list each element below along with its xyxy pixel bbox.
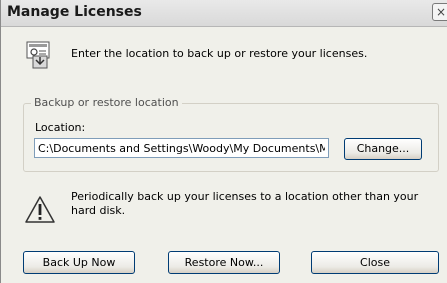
manage-licenses-dialog: Manage Licenses × Enter the location to … [0, 0, 447, 283]
license-certificate-icon [26, 41, 50, 69]
back-up-now-button[interactable]: Back Up Now [23, 251, 135, 274]
close-window-icon[interactable]: × [432, 3, 447, 21]
warning-message: Periodically back up your licenses to a … [71, 190, 419, 217]
location-label: Location: [35, 121, 86, 134]
group-legend: Backup or restore location [31, 96, 182, 109]
location-field[interactable] [34, 138, 329, 158]
close-button[interactable]: Close [311, 251, 439, 274]
intro-instruction: Enter the location to back up or restore… [71, 47, 368, 60]
change-button[interactable]: Change... [344, 138, 422, 160]
dialog-title: Manage Licenses [7, 4, 142, 20]
title-bar[interactable]: Manage Licenses × [1, 0, 447, 27]
restore-now-button[interactable]: Restore Now... [168, 251, 280, 274]
warning-icon [25, 196, 55, 223]
